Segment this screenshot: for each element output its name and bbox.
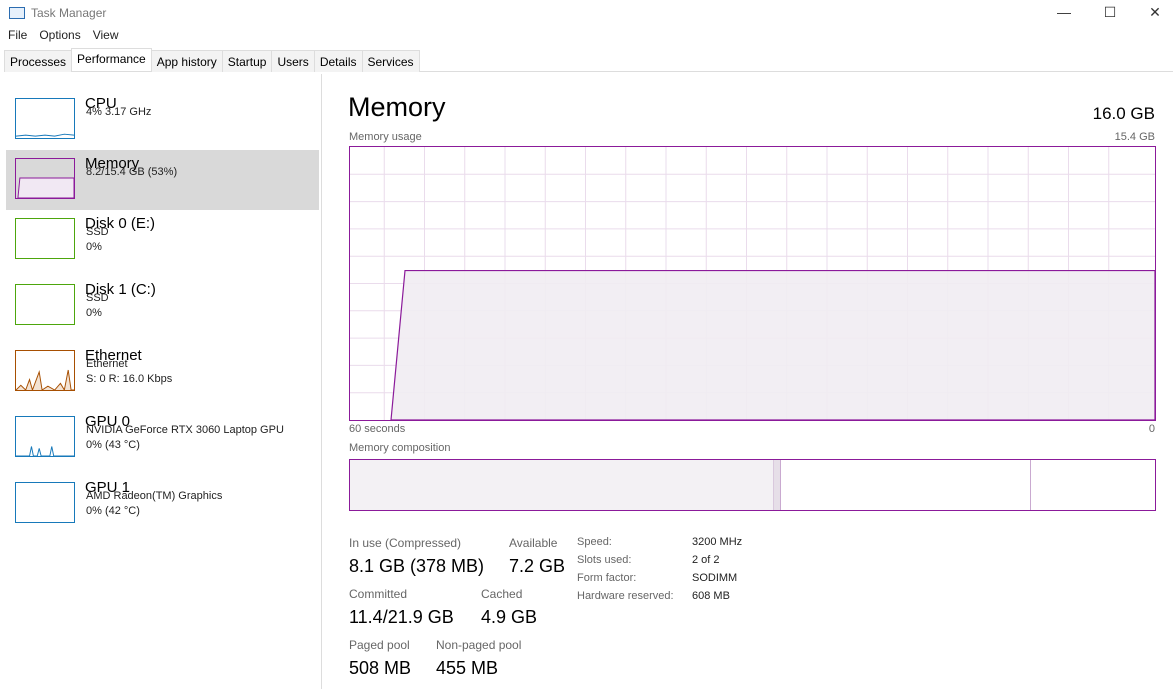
committed-value: 11.4/21.9 GB <box>349 607 454 627</box>
tab-app-history[interactable]: App history <box>150 50 223 72</box>
composition-label: Memory composition <box>349 442 451 454</box>
minimize-button[interactable]: — <box>1054 4 1074 20</box>
sidebar-item-detail: 0% (43 °C) <box>86 439 140 451</box>
composition-standby <box>781 460 1031 510</box>
sidebar-item-cpu[interactable]: CPU 4% 3.17 GHz <box>6 90 319 150</box>
close-button[interactable]: ✕ <box>1145 4 1165 20</box>
sidebar-item-detail: S: 0 R: 16.0 Kbps <box>86 373 173 385</box>
memory-usage-graph <box>349 146 1156 421</box>
menu-bar: File Options View <box>8 28 119 42</box>
detail-value: SODIMM <box>692 572 738 584</box>
memory-panel: Memory 16.0 GB Memory usage 15.4 GB 60 s… <box>323 74 1173 689</box>
detail-key: Speed: <box>577 536 612 548</box>
thumbnail-graph <box>15 158 75 199</box>
thumbnail-graph <box>15 482 75 523</box>
usage-graph-svg <box>350 147 1156 421</box>
total-memory: 16.0 GB <box>1092 104 1155 123</box>
composition-free <box>1031 460 1155 510</box>
cached-value: 4.9 GB <box>481 607 538 627</box>
available-value: 7.2 GB <box>509 556 566 576</box>
menu-options[interactable]: Options <box>39 28 80 42</box>
sidebar-item-ethernet[interactable]: Ethernet Ethernet S: 0 R: 16.0 Kbps <box>6 342 319 402</box>
sidebar-item-disk-0-e[interactable]: Disk 0 (E:) SSD 0% <box>6 210 319 270</box>
sidebar-item-detail: Ethernet <box>86 358 128 370</box>
non-paged-pool-label: Non-paged pool <box>436 638 522 652</box>
thumbnail-graph <box>15 416 75 457</box>
maximize-button[interactable]: ☐ <box>1100 4 1120 20</box>
tab-details[interactable]: Details <box>313 50 363 72</box>
available-label: Available <box>509 536 558 550</box>
cached-label: Cached <box>481 587 523 601</box>
detail-key: Slots used: <box>577 554 632 566</box>
sidebar-item-detail: 0% <box>86 241 102 253</box>
sidebar-item-disk-1-c[interactable]: Disk 1 (C:) SSD 0% <box>6 276 319 336</box>
sidebar-item-detail: 0% (42 °C) <box>86 505 140 517</box>
paged-pool-value: 508 MB <box>349 658 412 678</box>
memory-composition-bar <box>349 459 1156 511</box>
sidebar-item-memory[interactable]: Memory 8.2/15.4 GB (53%) <box>6 150 319 210</box>
task-manager-icon <box>9 7 25 19</box>
detail-value: 3200 MHz <box>692 536 743 548</box>
usage-max: 15.4 GB <box>1114 131 1155 143</box>
sidebar-item-detail: 4% 3.17 GHz <box>86 106 152 118</box>
title-bar: Task Manager — ☐ ✕ <box>0 0 1173 26</box>
tab-startup[interactable]: Startup <box>221 50 273 72</box>
tab-performance[interactable]: Performance <box>71 48 152 71</box>
thumbnail-graph <box>15 350 75 391</box>
menu-file[interactable]: File <box>8 28 27 42</box>
composition-modified <box>774 460 781 510</box>
x-axis-right-label: 0 <box>1148 423 1155 435</box>
sidebar-item-detail: SSD <box>86 226 109 238</box>
x-axis-left-label: 60 seconds <box>349 423 406 435</box>
page-title: Memory <box>348 92 446 122</box>
sidebar-item-detail: AMD Radeon(TM) Graphics <box>86 490 223 502</box>
in-use-value: 8.1 GB (378 MB) <box>349 556 485 576</box>
thumbnail-graph <box>15 98 75 139</box>
usage-label: Memory usage <box>349 131 422 143</box>
composition-in-use <box>350 460 774 510</box>
tab-users[interactable]: Users <box>271 50 315 72</box>
detail-key: Hardware reserved: <box>577 590 674 602</box>
sidebar-item-gpu-1[interactable]: GPU 1 AMD Radeon(TM) Graphics 0% (42 °C) <box>6 474 319 534</box>
detail-value: 2 of 2 <box>692 554 720 566</box>
non-paged-pool-value: 455 MB <box>436 658 499 678</box>
sidebar-item-detail: SSD <box>86 292 109 304</box>
thumbnail-graph <box>15 218 75 259</box>
tab-services[interactable]: Services <box>361 50 420 72</box>
sidebar-item-gpu-0[interactable]: GPU 0 NVIDIA GeForce RTX 3060 Laptop GPU 0… <box>6 408 319 468</box>
sidebar-item-detail: 0% <box>86 307 102 319</box>
sidebar-item-detail: 8.2/15.4 GB (53%) <box>86 166 178 178</box>
resource-sidebar: CPU 4% 3.17 GHz Memory 8.2/15.4 GB (53%) Dis… <box>0 74 322 689</box>
sidebar-item-detail: NVIDIA GeForce RTX 3060 Laptop GPU <box>86 424 284 436</box>
in-use-label: In use (Compressed) <box>349 536 462 550</box>
thumbnail-graph <box>15 284 75 325</box>
paged-pool-label: Paged pool <box>349 638 410 652</box>
window-title: Task Manager <box>31 6 107 20</box>
committed-label: Committed <box>349 587 408 601</box>
tab-bar: Processes Performance App history Startu… <box>4 48 1173 72</box>
menu-view[interactable]: View <box>93 28 119 42</box>
detail-key: Form factor: <box>577 572 637 584</box>
detail-value: 608 MB <box>692 590 730 602</box>
usage-area <box>390 269 1156 421</box>
tab-processes[interactable]: Processes <box>4 50 73 72</box>
